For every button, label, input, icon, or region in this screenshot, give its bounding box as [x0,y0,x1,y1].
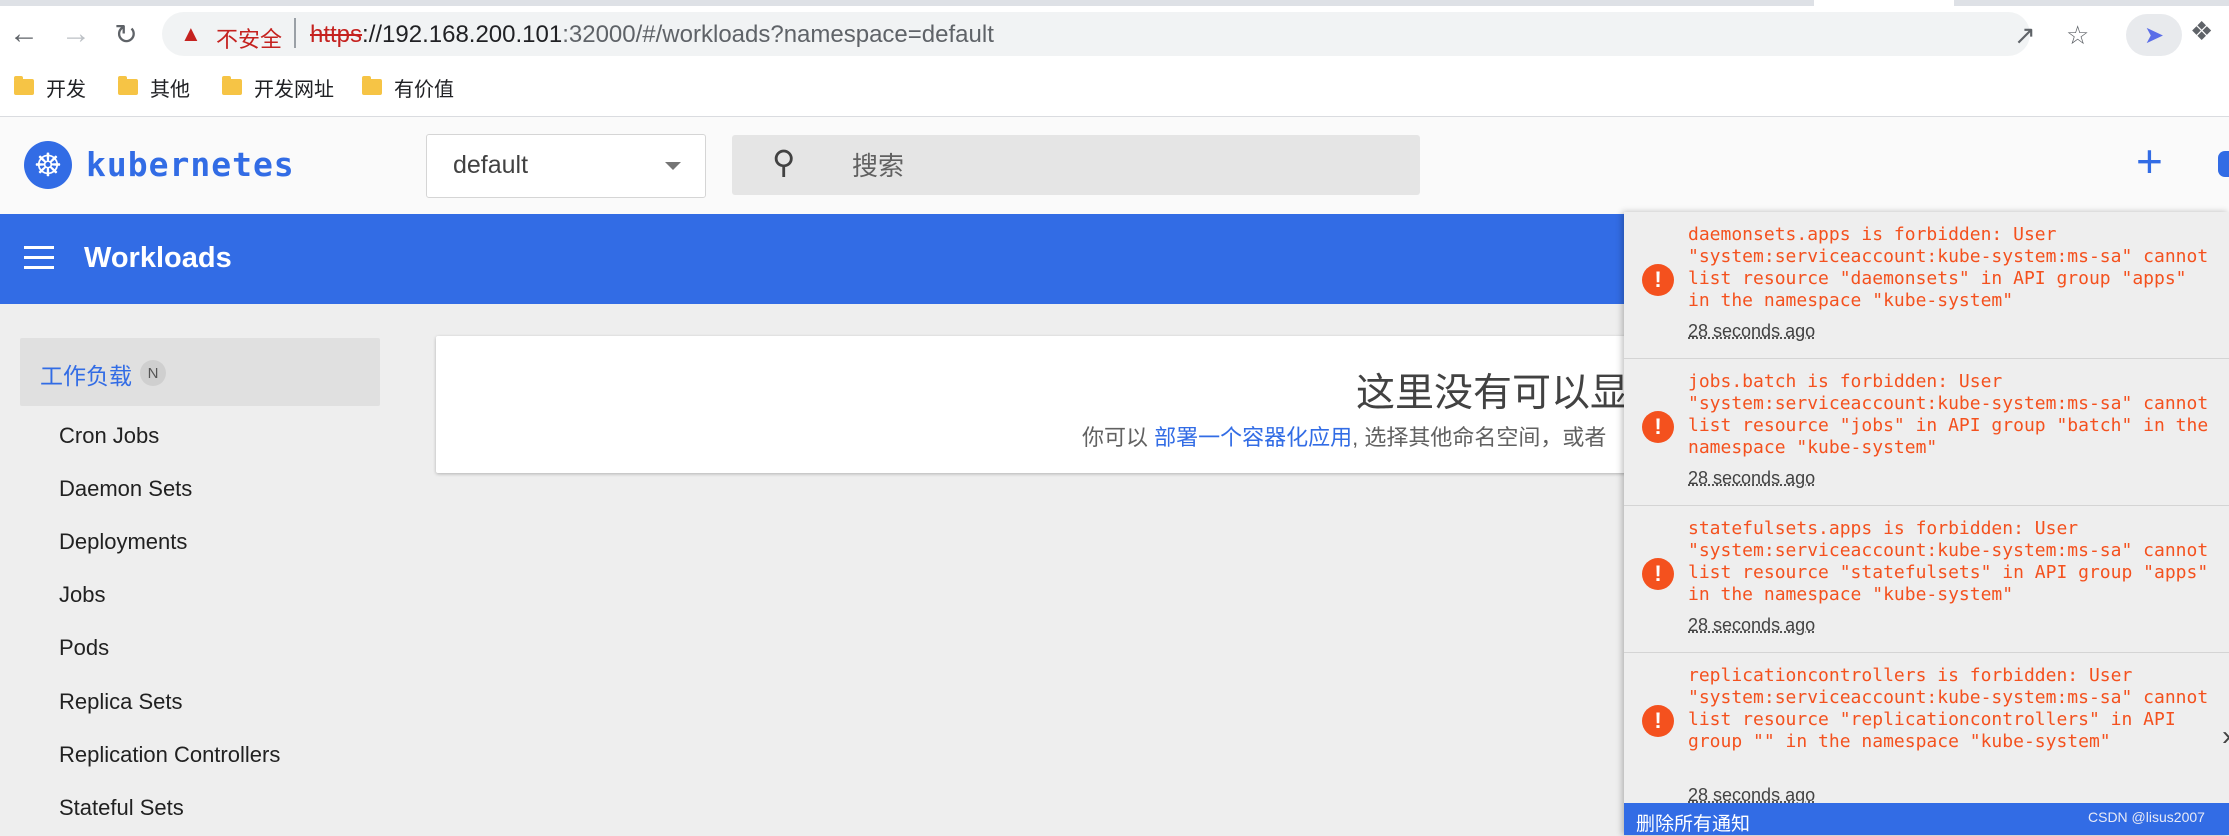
notification-time: 28 seconds ago [1688,321,1816,341]
sidebar-item-pods[interactable]: Pods [59,635,109,661]
sidebar-item-replica-sets[interactable]: Replica Sets [59,689,183,715]
divider [294,18,296,48]
sidebar: 工作负载 N Cron Jobs Daemon Sets Deployments… [0,304,400,835]
folder-icon [14,76,34,95]
url-scheme: https [310,21,363,48]
tab-strip [0,0,1814,6]
bookmark-item[interactable]: 开发网址 [222,72,334,102]
menu-icon[interactable] [24,246,54,270]
notification-item: ! daemonsets.apps is forbidden: User "sy… [1624,212,2229,359]
chevron-right-icon[interactable]: › [2222,720,2229,752]
empty-state-prefix: 你可以 [1082,425,1155,450]
sidebar-item-jobs[interactable]: Jobs [59,582,105,608]
clear-all-label: 删除所有通知 [1636,814,1751,835]
watermark: CSDN @lisus2007 [2088,809,2205,825]
tab-strip-right [1954,0,2229,6]
notification-time: 28 seconds ago [1688,615,1816,635]
notification-message: statefulsets.apps is forbidden: User "sy… [1688,518,2220,605]
extension-icon[interactable]: ➤ [2126,14,2182,56]
notification-item: ! jobs.batch is forbidden: User "system:… [1624,359,2229,506]
folder-icon [222,76,242,95]
page-title: Workloads [84,242,232,274]
notification-item: ! replicationcontrollers is forbidden: U… [1624,653,2229,804]
bookmark-item[interactable]: 其他 [118,72,190,102]
sidebar-item-daemon-sets[interactable]: Daemon Sets [59,476,192,502]
brand-name[interactable]: kubernetes [86,145,295,184]
app-header: ☸ kubernetes default ⚲ + [0,117,2229,214]
empty-state-text: 你可以 部署一个容器化应用, 选择其他命名空间，或者 [1082,420,1606,452]
search-icon: ⚲ [772,144,796,180]
sidebar-item-replication-controllers[interactable]: Replication Controllers [59,742,280,768]
caret-down-icon [665,162,681,170]
search-input[interactable] [850,145,1394,187]
sidebar-item-stateful-sets[interactable]: Stateful Sets [59,795,184,821]
insecure-label[interactable]: 不安全 [216,22,282,54]
reload-icon[interactable]: ↻ [106,14,146,54]
notification-panel: ! daemonsets.apps is forbidden: User "sy… [1624,212,2229,835]
notification-message: jobs.batch is forbidden: User "system:se… [1688,371,2220,458]
error-icon: ! [1642,705,1674,737]
folder-icon [118,76,138,95]
sidebar-item-cron-jobs[interactable]: Cron Jobs [59,423,159,449]
sidebar-item-deployments[interactable]: Deployments [59,529,187,555]
url-text[interactable]: https://192.168.200.101:32000/#/workload… [310,21,994,49]
browser-chrome: ← → ↻ ▲ 不安全 https://192.168.200.101:3200… [0,0,2229,118]
back-icon[interactable]: ← [4,14,44,54]
bookmark-item[interactable]: 开发 [14,72,86,102]
url-path: :32000/#/workloads?namespace=default [562,21,994,48]
error-icon: ! [1642,558,1674,590]
notification-message: replicationcontrollers is forbidden: Use… [1688,665,2220,752]
kubernetes-logo-icon[interactable]: ☸ [24,141,72,189]
search-bar[interactable]: ⚲ [732,135,1420,195]
notification-time: 28 seconds ago [1688,785,1816,804]
puzzle-icon[interactable]: ❖ [2190,16,2213,47]
bookmark-item[interactable]: 有价值 [362,72,454,102]
sidebar-group-workloads[interactable]: 工作负载 N [20,338,380,406]
namespace-value: default [453,151,529,179]
error-icon: ! [1642,411,1674,443]
sidebar-group-label: 工作负载 [40,363,132,389]
forward-icon[interactable]: → [56,14,96,54]
bookmark-label: 其他 [150,78,190,101]
share-icon[interactable]: ↗ [2014,20,2036,51]
url-host: ://192.168.200.101 [362,21,563,48]
star-icon[interactable]: ☆ [2066,20,2089,51]
empty-state-suffix: , 选择其他命名空间，或者 [1352,425,1607,450]
namespace-select[interactable]: default [426,134,706,198]
bookmark-label: 开发 [46,78,86,101]
bookmark-label: 开发网址 [254,78,334,101]
bookmark-label: 有价值 [394,78,454,101]
account-icon[interactable] [2218,151,2229,177]
notification-item: ! statefulsets.apps is forbidden: User "… [1624,506,2229,653]
error-icon: ! [1642,264,1674,296]
folder-icon [362,76,382,95]
notification-message: daemonsets.apps is forbidden: User "syst… [1688,224,2220,311]
create-button[interactable]: + [2136,133,2163,189]
deploy-app-link[interactable]: 部署一个容器化应用 [1154,425,1352,450]
warning-icon[interactable]: ▲ [180,21,202,47]
notification-time: 28 seconds ago [1688,468,1816,488]
address-bar[interactable]: ▲ 不安全 https://192.168.200.101:32000/#/wo… [162,12,2089,56]
namespace-badge: N [140,360,166,386]
empty-state-title: 这里没有可以显 [1356,372,1630,415]
